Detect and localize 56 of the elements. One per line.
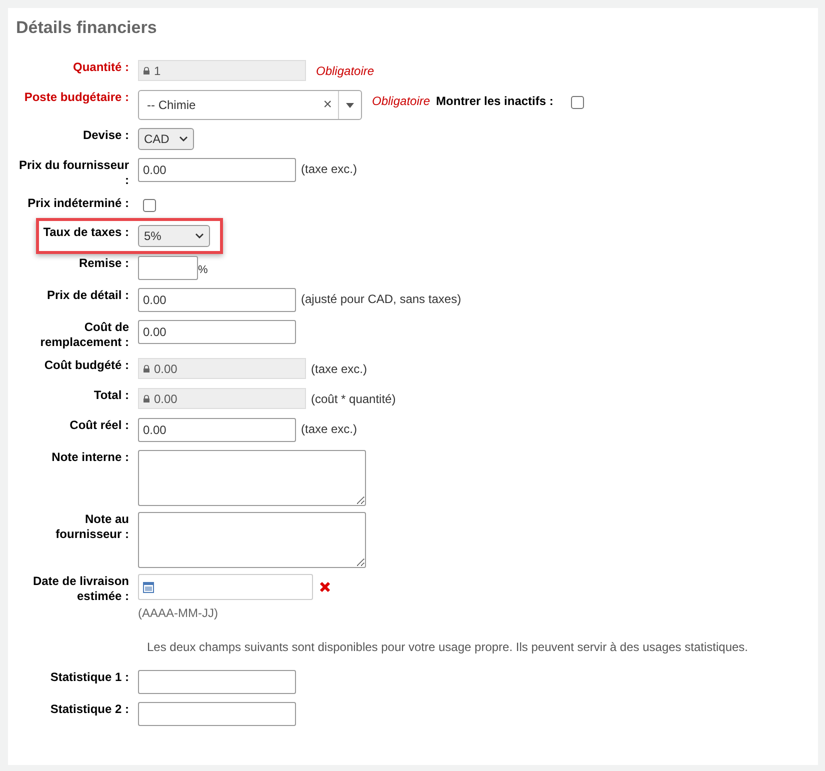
field-label: Devise : — [82, 128, 130, 144]
field-note: (taxe exc.) — [301, 161, 358, 178]
text-area[interactable] — [138, 450, 366, 506]
text-input[interactable] — [138, 670, 296, 694]
lock-icon — [143, 394, 150, 403]
field-label: Statistique 2 : — [49, 702, 130, 718]
field-label: Coût de remplacement : — [39, 320, 130, 350]
calendar-icon[interactable] — [143, 582, 154, 593]
lock-icon — [143, 364, 150, 373]
unit-text: % — [198, 263, 208, 278]
field-label: Prix indéterminé : — [26, 196, 130, 212]
required-note: Obligatoire — [316, 63, 374, 80]
field-label: Remise : — [78, 256, 130, 272]
required-note: Obligatoire — [372, 93, 430, 110]
text-input[interactable]: 0.00 — [138, 158, 296, 182]
locked-field: 0.00 — [138, 388, 306, 410]
text-input[interactable]: 0.00 — [138, 288, 296, 312]
field-label: Taux de taxes : — [42, 225, 130, 240]
field-label: Coût réel : — [68, 418, 130, 434]
select-dropdown[interactable]: CAD — [138, 128, 194, 150]
field-note: (taxe exc.) — [311, 361, 368, 378]
field-label: Total : — [92, 388, 130, 404]
field-label: Statistique 1 : — [49, 670, 130, 686]
field-label: Date de livraison estimée : — [32, 574, 130, 604]
dropdown-caret-icon[interactable] — [346, 102, 354, 108]
select-dropdown[interactable]: 5% — [138, 225, 210, 248]
checkbox[interactable] — [143, 199, 156, 212]
clear-icon: × — [317, 94, 338, 117]
date-input[interactable] — [138, 574, 313, 600]
text-area[interactable] — [138, 512, 366, 568]
date-format-hint: (AAAA-MM-JJ) — [138, 605, 219, 622]
clear-date-icon[interactable] — [319, 581, 331, 594]
text-input[interactable]: 0.00 — [138, 418, 296, 442]
field-note: (coût * quantité) — [311, 391, 396, 408]
field-label: Note interne : — [50, 450, 130, 466]
field-label: Quantité : — [72, 60, 130, 76]
text-input[interactable] — [138, 256, 198, 280]
chevron-icon — [195, 233, 204, 240]
field-label: Prix de détail : — [46, 288, 130, 304]
locked-field: 0.00 — [138, 358, 306, 380]
field-note: (ajusté pour CAD, sans taxes) — [301, 291, 462, 308]
budget-combobox[interactable]: -- Chimie × — [138, 90, 362, 120]
lock-icon — [143, 66, 150, 75]
field-label: Prix du fournisseur : — [18, 158, 130, 188]
locked-field: 1 — [138, 60, 306, 82]
checkbox[interactable] — [571, 96, 584, 110]
field-label: Poste budgétaire : — [23, 90, 130, 106]
field-note: (taxe exc.) — [301, 421, 358, 438]
text-input[interactable] — [138, 702, 296, 726]
chevron-icon — [179, 136, 188, 142]
field-label: Coût budgété : — [43, 358, 130, 374]
inactive-label: Montrer les inactifs : — [436, 93, 554, 110]
section-title: Détails financiers — [16, 18, 158, 38]
text-input[interactable]: 0.00 — [138, 320, 296, 344]
field-label: Note au fournisseur : — [54, 512, 130, 542]
info-text: Les deux champs suivants sont disponibles pour votre usage propre. Ils peuvent servir à des usages statistiques. — [147, 639, 748, 656]
